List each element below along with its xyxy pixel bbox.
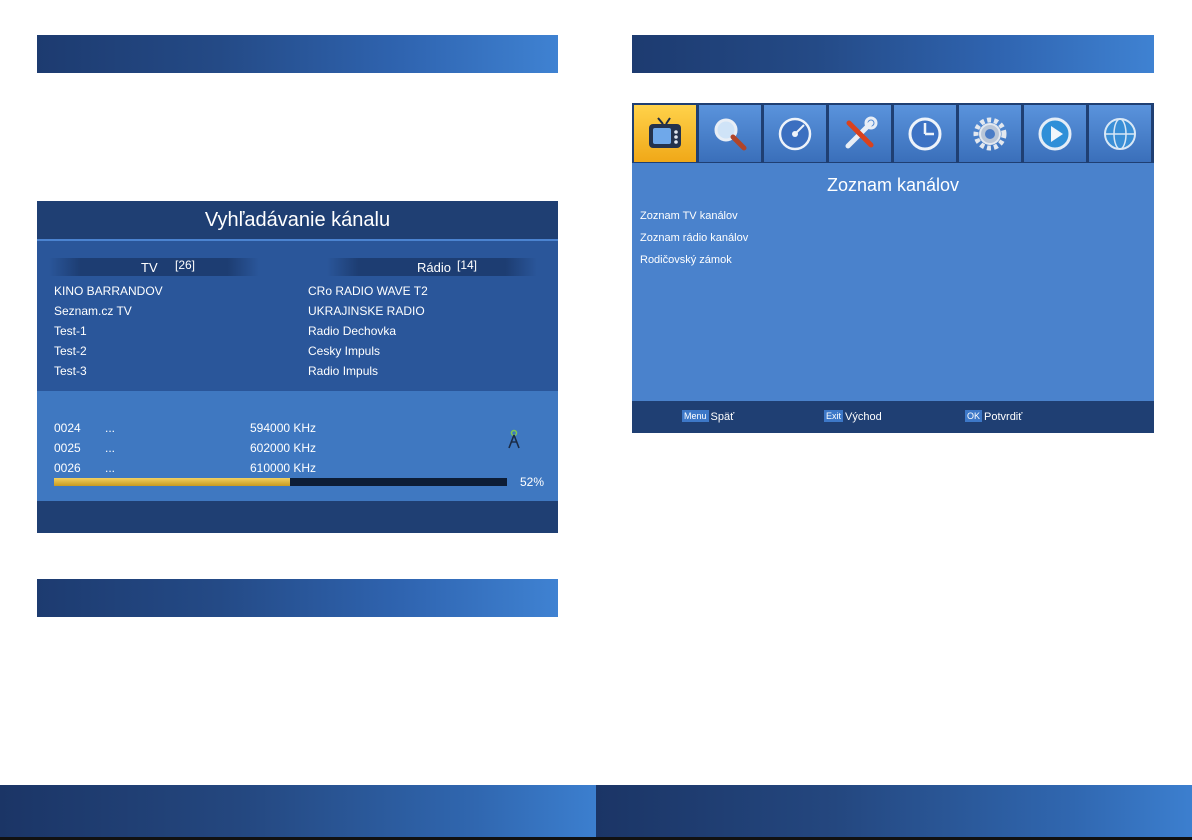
scan-channel-number: 0024 <box>54 421 81 435</box>
menu-tile-tv[interactable] <box>634 105 696 162</box>
header-bar-left <box>37 35 558 73</box>
scan-frequency: 602000 KHz <box>250 441 317 455</box>
radio-channel-item: UKRAJINSKE RADIO <box>308 304 425 318</box>
radio-channel-item: Radio Impuls <box>308 364 379 378</box>
back-key-label: Späť <box>710 411 735 423</box>
menu-tile-settings[interactable] <box>959 105 1021 162</box>
tv-channel-item: Test-3 <box>54 364 87 378</box>
tv-header-label: TV <box>141 260 158 275</box>
menu-item-parental-lock[interactable]: Rodičovský zámok <box>640 254 732 266</box>
radio-count: [14] <box>457 258 478 272</box>
menu-tile-tools[interactable] <box>829 105 891 162</box>
menu-tile-network[interactable] <box>1089 105 1151 162</box>
radio-channel-item: CRo RADIO WAVE T2 <box>308 284 428 298</box>
tv-count: [26] <box>175 258 196 272</box>
radio-header-label: Rádio <box>417 260 451 275</box>
ok-key-hint[interactable]: OK Potvrdiť <box>965 410 1022 423</box>
scan-channel-number: 0026 <box>54 461 81 475</box>
radio-channel-item: Radio Dechovka <box>308 324 397 338</box>
channel-scan-screen: Vyhľadávanie kánalu TV [26] Rádio [14] K… <box>37 201 558 533</box>
channel-menu-screen: Zoznam kanálov Zoznam TV kanálov Zoznam … <box>632 103 1154 433</box>
header-bar-right <box>632 35 1154 73</box>
menu-tile-media[interactable] <box>764 105 826 162</box>
radio-channel-item: Cesky Impuls <box>308 344 381 358</box>
scan-bottom-bar <box>37 501 558 533</box>
scan-dots: ... <box>105 421 116 435</box>
menu-tile-time[interactable] <box>894 105 956 162</box>
menu-item-radio-list[interactable]: Zoznam rádio kanálov <box>640 232 748 244</box>
play-icon <box>1038 117 1072 151</box>
scan-title: Vyhľadávanie kánalu <box>204 209 391 231</box>
exit-key-label: Východ <box>845 411 882 423</box>
scan-dots: ... <box>105 441 116 455</box>
radio-column-header: Rádio [14] <box>327 258 537 276</box>
tv-icon <box>649 117 681 148</box>
scan-frequency: 594000 KHz <box>250 421 317 435</box>
tv-channel-item: Seznam.cz TV <box>54 304 132 318</box>
exit-key-badge: Exit <box>824 410 844 422</box>
section-bar-left <box>37 579 558 617</box>
scan-channel-number: 0025 <box>54 441 81 455</box>
disc-icon <box>778 117 812 151</box>
menu-icon-strip <box>632 103 1154 163</box>
scan-progress-fill <box>54 478 290 486</box>
ok-key-label: Potvrdiť <box>984 411 1023 423</box>
scan-title-bar: Vyhľadávanie kánalu <box>37 201 558 241</box>
antenna-icon <box>508 429 520 449</box>
clock-icon <box>908 117 942 151</box>
scan-progress-label: 52% <box>520 475 545 489</box>
scan-progress-bar <box>54 478 507 486</box>
tools-icon <box>845 116 878 149</box>
menu-tile-player[interactable] <box>1024 105 1086 162</box>
scan-dots: ... <box>105 461 116 475</box>
menu-tile-search[interactable] <box>699 105 761 162</box>
scan-frequency: 610000 KHz <box>250 461 317 475</box>
menu-footer: Menu Späť Exit Východ OK Potvrdiť <box>632 401 1154 433</box>
tv-channel-item: KINO BARRANDOV <box>54 284 163 298</box>
tv-column-header: TV [26] <box>49 258 259 276</box>
tv-channel-item: Test-1 <box>54 324 87 338</box>
menu-key-badge: Menu <box>682 410 709 422</box>
tv-channel-item: Test-2 <box>54 344 87 358</box>
menu-item-tv-list[interactable]: Zoznam TV kanálov <box>640 210 738 222</box>
exit-key-hint[interactable]: Exit Východ <box>824 410 882 423</box>
page-footer-left <box>0 785 596 837</box>
gear-icon <box>973 117 1007 151</box>
menu-title: Zoznam kanálov <box>826 175 960 195</box>
ok-key-badge: OK <box>965 410 983 422</box>
globe-icon <box>1104 118 1136 150</box>
search-icon <box>714 118 747 151</box>
page-footer-right <box>596 785 1192 837</box>
back-key-hint[interactable]: Menu Späť <box>682 410 734 423</box>
